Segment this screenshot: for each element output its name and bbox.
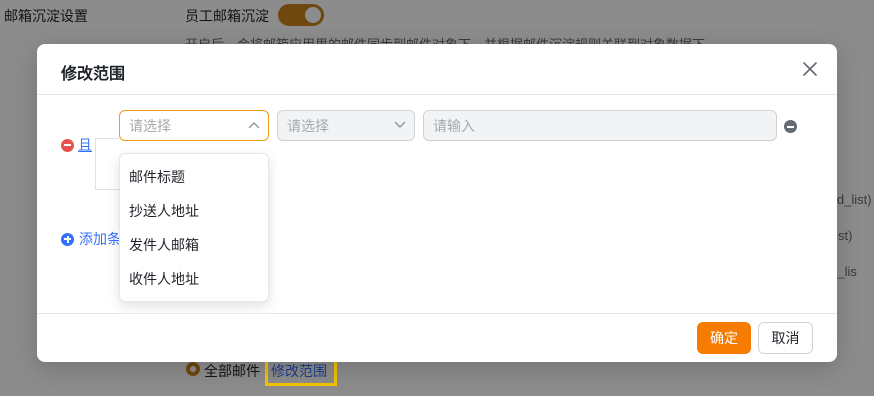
modal-footer: 确定 取消 [37, 313, 837, 362]
modal-title: 修改范围 [61, 66, 126, 83]
operator-select[interactable]: 请选择 [277, 110, 415, 141]
chevron-up-icon [248, 121, 260, 131]
close-icon[interactable] [801, 60, 819, 78]
group-bracket [95, 138, 119, 190]
dropdown-option[interactable]: 抄送人地址 [120, 194, 268, 228]
modal-body: 且 请选择 请选择 请输入 添加条件 邮件标题 抄送人地址 发件人邮箱 收件人地… [37, 95, 837, 313]
field-dropdown: 邮件标题 抄送人地址 发件人邮箱 收件人地址 [119, 153, 269, 302]
condition-group-operator: 且 [61, 135, 92, 155]
edit-scope-modal: 修改范围 且 请选择 请选择 请输入 添加条件 邮件标题 抄送人地址 发件人邮箱… [37, 44, 837, 362]
field-select-placeholder: 请选择 [129, 117, 171, 134]
cancel-button[interactable]: 取消 [758, 322, 813, 354]
chevron-down-icon [394, 121, 406, 131]
remove-group-icon[interactable] [61, 138, 74, 152]
dropdown-option[interactable]: 收件人地址 [120, 262, 268, 296]
remove-condition-icon[interactable] [784, 120, 797, 133]
operator-select-placeholder: 请选择 [287, 117, 329, 134]
value-input-placeholder: 请输入 [433, 117, 475, 134]
and-operator-label[interactable]: 且 [78, 135, 92, 155]
value-input[interactable]: 请输入 [423, 110, 777, 141]
plus-icon [61, 232, 74, 246]
field-select[interactable]: 请选择 [119, 110, 269, 141]
dropdown-option[interactable]: 邮件标题 [120, 160, 268, 194]
dropdown-option[interactable]: 发件人邮箱 [120, 228, 268, 262]
confirm-button[interactable]: 确定 [697, 322, 751, 354]
modal-header: 修改范围 [37, 44, 837, 95]
